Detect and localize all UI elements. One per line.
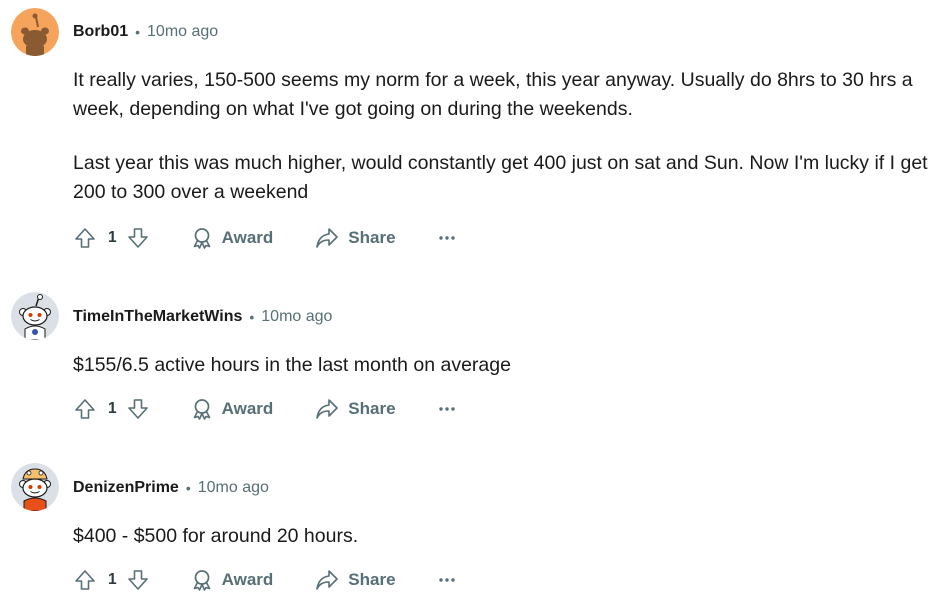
comment-actions: 1 Award Share (73, 394, 457, 424)
vote-score: 1 (108, 229, 117, 246)
username[interactable]: Borb01 (73, 23, 128, 41)
upvote-button[interactable] (73, 226, 97, 250)
timestamp[interactable]: 10mo ago (261, 308, 332, 326)
meta-separator: • (185, 480, 191, 496)
award-label: Award (221, 570, 274, 589)
vote-score: 1 (108, 571, 117, 588)
more-dots-icon (438, 236, 455, 240)
snoo-with-hat-avatar-icon (11, 463, 59, 511)
username[interactable]: DenizenPrime (73, 479, 179, 497)
more-dots-icon (438, 407, 455, 411)
vote-group: 1 (73, 226, 150, 250)
downvote-button[interactable] (126, 568, 150, 592)
vote-group: 1 (73, 568, 150, 592)
award-label: Award (221, 228, 274, 247)
comment-paragraph: $400 - $500 for around 20 hours. (73, 525, 359, 547)
vote-score: 1 (108, 400, 117, 417)
downvote-button[interactable] (126, 397, 150, 421)
timestamp[interactable]: 10mo ago (147, 23, 218, 41)
upvote-button[interactable] (73, 568, 97, 592)
comment-paragraph: It really varies, 150-500 seems my norm … (73, 69, 913, 120)
user-avatar[interactable] (11, 8, 59, 56)
upvote-arrow-icon (75, 570, 95, 590)
award-label: Award (221, 399, 274, 418)
downvote-arrow-icon (127, 228, 148, 248)
share-label: Share (348, 399, 396, 418)
more-options-button[interactable] (437, 570, 457, 590)
comment-body: $155/6.5 active hours in the last month … (73, 351, 928, 380)
vote-group: 1 (73, 397, 150, 421)
more-options-button[interactable] (437, 228, 457, 248)
white-snoo-avatar-icon (11, 292, 59, 340)
comment-meta: TimeInTheMarketWins • 10mo ago (73, 306, 332, 328)
comment-meta: Borb01 • 10mo ago (73, 21, 218, 43)
share-button[interactable]: Share (315, 398, 396, 420)
share-button[interactable]: Share (315, 227, 396, 249)
share-button[interactable]: Share (315, 569, 396, 591)
more-options-button[interactable] (437, 399, 457, 419)
award-button[interactable]: Award (191, 227, 274, 249)
user-avatar[interactable] (11, 463, 59, 511)
comment-body: $400 - $500 for around 20 hours. (73, 522, 928, 551)
comment-body: It really varies, 150-500 seems my norm … (73, 66, 928, 207)
share-icon (316, 228, 339, 248)
comment-paragraph: Last year this was much higher, would co… (73, 152, 928, 203)
timestamp[interactable]: 10mo ago (198, 479, 269, 497)
award-icon (193, 399, 210, 420)
share-icon (316, 570, 339, 590)
share-icon (316, 399, 339, 419)
comment-meta: DenizenPrime • 10mo ago (73, 477, 269, 499)
award-icon (193, 228, 210, 249)
username[interactable]: TimeInTheMarketWins (73, 308, 242, 326)
upvote-button[interactable] (73, 397, 97, 421)
share-label: Share (348, 228, 396, 247)
orange-snoo-avatar-icon (11, 8, 59, 56)
downvote-arrow-icon (127, 399, 148, 419)
upvote-arrow-icon (75, 399, 95, 419)
award-button[interactable]: Award (191, 569, 274, 591)
user-avatar[interactable] (11, 292, 59, 340)
award-button[interactable]: Award (191, 398, 274, 420)
share-label: Share (348, 570, 396, 589)
award-icon (193, 570, 210, 591)
meta-separator: • (135, 24, 141, 40)
comment-actions: 1 Award Share (73, 565, 457, 595)
comment-actions: 1 Award Share (73, 223, 457, 253)
upvote-arrow-icon (75, 228, 95, 248)
comment-paragraph: $155/6.5 active hours in the last month … (73, 354, 511, 376)
downvote-button[interactable] (126, 226, 150, 250)
meta-separator: • (249, 309, 255, 325)
downvote-arrow-icon (127, 570, 148, 590)
more-dots-icon (438, 578, 455, 582)
